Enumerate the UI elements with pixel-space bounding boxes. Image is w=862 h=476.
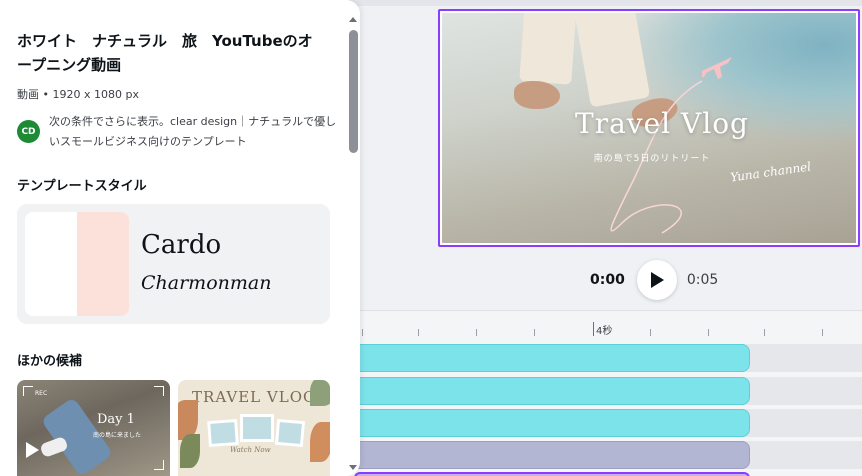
- template-meta: 動画 • 1920 x 1080 px: [17, 88, 139, 101]
- font-secondary: Charmonman: [141, 272, 272, 294]
- leaf-decoration: [310, 380, 330, 406]
- play-icon: [650, 272, 664, 288]
- video-title: Travel Vlog: [575, 107, 749, 140]
- scroll-up-icon[interactable]: [349, 16, 357, 24]
- editor-area: Travel Vlog 南の島で5日のリトリート Yuna channel 0:…: [340, 0, 862, 476]
- timeline-clip[interactable]: [340, 377, 750, 405]
- time-ruler[interactable]: 4秒: [340, 311, 862, 341]
- leaf-decoration: [180, 434, 200, 468]
- thumb-subtitle: 南の島に来ました: [93, 432, 142, 439]
- thumb-photo: [274, 418, 306, 448]
- thumb-title: TRAVEL VLOG: [192, 388, 316, 406]
- creator-link[interactable]: 次の条件でさらに表示。clear design｜ナチュラルで優しいスモールビジネ…: [49, 112, 337, 152]
- canvas-area: Travel Vlog 南の島で5日のリトリート Yuna channel 0:…: [340, 0, 862, 310]
- creator-info: CD 次の条件でさらに表示。clear design｜ナチュラルで優しいスモール…: [17, 112, 337, 152]
- thumb-photo: [207, 418, 239, 448]
- template-style-card[interactable]: Cardo Charmonman: [17, 204, 330, 324]
- ruler-tick: [362, 329, 363, 336]
- current-time: 0:00: [590, 272, 625, 288]
- alternatives-title: ほかの候補: [17, 354, 83, 369]
- thumb-title: Day 1: [97, 412, 135, 427]
- ruler-tick: [650, 329, 651, 336]
- alternative-template-2[interactable]: TRAVEL VLOG Watch Now: [178, 380, 330, 476]
- video-preview[interactable]: Travel Vlog 南の島で5日のリトリート Yuna channel: [438, 9, 860, 247]
- leg-left: [519, 13, 577, 85]
- video-play-icon: [26, 442, 39, 458]
- leaf-decoration: [310, 422, 330, 462]
- total-time: 0:05: [686, 272, 719, 288]
- thumb-subtitle: Watch Now: [230, 446, 271, 454]
- video-subtitle: 南の島で5日のリトリート: [593, 154, 711, 164]
- template-title: ホワイト ナチュラル 旅 YouTubeのオープニング動画: [17, 32, 313, 74]
- alternative-template-1[interactable]: REC Day 1 南の島に来ました: [17, 380, 170, 476]
- ruler-tick: [418, 329, 419, 336]
- template-detail-panel: ホワイト ナチュラル 旅 YouTubeのオープニング動画 動画 • 1920 …: [0, 0, 360, 476]
- scrollbar-thumb[interactable]: [349, 30, 358, 153]
- thumb-photo: [240, 414, 274, 442]
- video-thumbnail: Travel Vlog 南の島で5日のリトリート Yuna channel: [442, 13, 856, 243]
- ruler-tick: [476, 329, 477, 336]
- frame-corner: [23, 386, 33, 396]
- color-swatch-pink: [77, 212, 129, 316]
- creator-avatar[interactable]: CD: [17, 120, 40, 143]
- ruler-label-4s: 4秒: [592, 322, 612, 337]
- color-swatch-white: [25, 212, 77, 316]
- frame-corner: [154, 386, 164, 396]
- video-channel: Yuna channel: [729, 159, 812, 185]
- timeline-clip[interactable]: [340, 441, 750, 469]
- timeline: 4秒: [340, 310, 862, 476]
- playback-controls: 0:00 0:05: [590, 260, 718, 300]
- play-button[interactable]: [636, 260, 677, 300]
- ruler-tick: [708, 329, 709, 336]
- style-section-title: テンプレートスタイル: [17, 179, 147, 194]
- ruler-tick: [822, 329, 823, 336]
- ruler-tick: [764, 329, 765, 336]
- frame-corner: [154, 460, 164, 470]
- selected-clip[interactable]: [354, 472, 750, 476]
- foot-left: [514, 81, 560, 109]
- ruler-tick: [534, 329, 535, 336]
- timeline-clip[interactable]: [340, 344, 750, 372]
- top-strip: [340, 0, 862, 6]
- rec-label: REC: [35, 390, 48, 397]
- timeline-clip[interactable]: [340, 409, 750, 437]
- scroll-down-icon[interactable]: [349, 463, 357, 471]
- color-swatch: [25, 212, 129, 316]
- font-primary: Cardo: [141, 230, 222, 260]
